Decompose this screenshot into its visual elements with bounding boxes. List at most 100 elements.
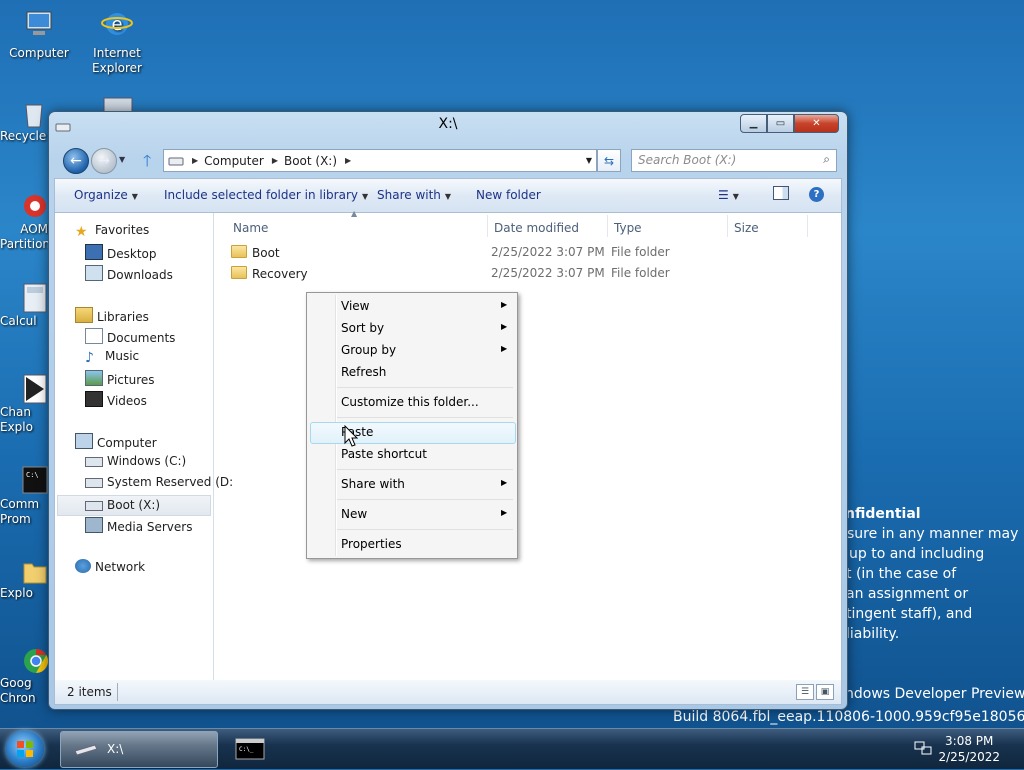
preview-pane-button[interactable] [773, 186, 789, 203]
forward-button[interactable]: → [91, 148, 117, 174]
up-arrow-icon: 🡑 [143, 151, 152, 170]
breadcrumb-separator-icon[interactable]: ▶ [272, 156, 278, 165]
watermark-line: liability. [846, 626, 900, 642]
back-button[interactable]: ← [63, 148, 89, 174]
music-icon: ♪ [85, 350, 94, 366]
large-icons-view-icon: ▣ [820, 687, 830, 697]
nav-favorites-label: Favorites [95, 223, 150, 237]
file-row[interactable]: Recovery 2/25/2022 3:07 PM File folder [231, 266, 670, 281]
include-in-library-button[interactable]: Include selected folder in library ▼ [164, 188, 368, 202]
close-button[interactable]: ✕ [794, 114, 839, 133]
share-with-button[interactable]: Share with ▼ [377, 188, 451, 202]
menu-item-properties[interactable]: Properties [341, 537, 402, 551]
change-view-button[interactable]: ☰ ▼ [718, 188, 739, 202]
help-button[interactable]: ? [809, 186, 824, 202]
menu-item-view[interactable]: View ▶ [341, 299, 507, 313]
nav-desktop[interactable]: Desktop [85, 244, 157, 261]
refresh-button[interactable]: ⇆ [597, 149, 621, 172]
breadcrumb-separator-icon[interactable]: ▶ [192, 156, 198, 165]
mouse-cursor-icon [344, 425, 358, 447]
desktop-icon [85, 244, 103, 260]
new-folder-button[interactable]: New folder [476, 188, 541, 202]
nav-documents[interactable]: Documents [85, 328, 175, 345]
desktop-icon-label: Internet [93, 46, 141, 60]
taskbar-command-prompt-button[interactable]: C:\_ [222, 731, 278, 768]
menu-item-group-by[interactable]: Group by ▶ [341, 343, 507, 357]
preview-pane-icon [773, 186, 789, 200]
shortcut-icon [23, 374, 47, 404]
search-box[interactable]: ⌕ [631, 149, 837, 172]
nav-libraries[interactable]: Libraries [75, 307, 149, 324]
maximize-button[interactable]: ▭ [767, 114, 794, 133]
drive-icon [85, 478, 103, 488]
up-button[interactable]: 🡑 [143, 150, 151, 177]
nav-media-servers[interactable]: Media Servers [85, 517, 192, 534]
desktop-icon-google-chrome[interactable]: Goog Chron [0, 646, 48, 706]
desktop-icon-internet-explorer[interactable]: e Internet Explorer [79, 8, 155, 76]
menu-item-sort-by[interactable]: Sort by ▶ [341, 321, 507, 335]
address-bar[interactable]: ▶ Computer ▶ Boot (X:) ▶ ▼ [163, 149, 597, 172]
status-divider [117, 683, 118, 701]
menu-item-new[interactable]: New ▶ [341, 507, 507, 521]
column-divider[interactable] [727, 215, 728, 237]
nav-windows-c[interactable]: Windows (C:) [85, 454, 186, 468]
taskbar-explorer-button[interactable]: X:\ [60, 731, 218, 768]
network-tray-icon[interactable] [914, 740, 932, 756]
desktop-icon-aom-partition[interactable]: AOM Partition [0, 192, 48, 252]
breadcrumb-computer[interactable]: Computer [204, 154, 264, 168]
details-view-button[interactable]: ☰ [796, 684, 814, 700]
file-row[interactable]: Boot 2/25/2022 3:07 PM File folder [231, 245, 670, 260]
address-dropdown-icon[interactable]: ▼ [586, 156, 592, 165]
column-type[interactable]: Type [614, 221, 642, 235]
refresh-icon: ⇆ [603, 153, 615, 168]
menu-item-paste-shortcut[interactable]: Paste shortcut [341, 447, 427, 461]
desktop-icon-command-prompt[interactable]: C:\ Comm Prom [0, 465, 48, 527]
drive-icon [168, 157, 184, 165]
menu-item-refresh[interactable]: Refresh [341, 365, 386, 379]
nav-media-servers-label: Media Servers [107, 520, 193, 534]
network-icon [103, 97, 133, 112]
column-divider[interactable] [607, 215, 608, 237]
recent-pages-dropdown[interactable]: ▼ [119, 155, 125, 164]
watermark-build: Build 8064.fbl_eeap.110806-1000.959cf95e… [673, 709, 1024, 725]
nav-system-reserved[interactable]: System Reserved (D: [85, 475, 233, 489]
menu-item-customize[interactable]: Customize this folder... [341, 395, 479, 409]
column-divider[interactable] [807, 215, 808, 237]
nav-downloads[interactable]: Downloads [85, 265, 173, 282]
nav-pictures[interactable]: Pictures [85, 370, 155, 387]
nav-favorites[interactable]: ★ Favorites [75, 223, 150, 240]
nav-music[interactable]: ♪ Music [85, 349, 139, 366]
nav-videos[interactable]: Videos [85, 391, 147, 408]
file-name: Recovery [252, 267, 308, 281]
menu-item-share-with[interactable]: Share with ▶ [341, 477, 507, 491]
sort-ascending-icon: ▲ [351, 209, 358, 218]
libraries-icon [75, 307, 93, 323]
column-name[interactable]: Name [233, 221, 268, 235]
breadcrumb-separator-icon[interactable]: ▶ [345, 156, 351, 165]
search-input[interactable] [632, 150, 808, 169]
column-divider[interactable] [487, 215, 488, 237]
item-count: 2 items [67, 685, 112, 699]
nav-computer[interactable]: Computer [75, 433, 157, 450]
minimize-button[interactable]: ▁ [740, 114, 767, 133]
share-with-label: Share with [377, 188, 441, 202]
desktop-icon-explorer[interactable]: Explo [0, 556, 48, 601]
column-date-modified[interactable]: Date modified [494, 221, 579, 235]
system-clock[interactable]: 3:08 PM 2/25/2022 [938, 733, 1000, 765]
start-button[interactable] [6, 731, 44, 767]
nav-boot-x[interactable]: Boot (X:) [57, 495, 211, 516]
desktop-icon-computer[interactable]: Computer [1, 8, 77, 61]
breadcrumb-boot[interactable]: Boot (X:) [284, 154, 337, 168]
desktop-icon-label: Explorer [92, 61, 142, 75]
organize-button[interactable]: Organize ▼ [74, 188, 138, 202]
large-icons-view-button[interactable]: ▣ [816, 684, 834, 700]
desktop-icon-calculator[interactable]: Calcul [0, 282, 48, 329]
search-icon[interactable]: ⌕ [823, 152, 830, 167]
computer-icon [75, 433, 93, 449]
watermark-line: t (in the case of [846, 566, 957, 582]
column-size[interactable]: Size [734, 221, 759, 235]
nav-desktop-label: Desktop [107, 247, 157, 261]
desktop-icon-chan-explo[interactable]: Chan Explo [0, 373, 48, 435]
nav-network[interactable]: Network [75, 559, 145, 574]
desktop-icon-recycle[interactable]: Recycle [0, 99, 48, 144]
